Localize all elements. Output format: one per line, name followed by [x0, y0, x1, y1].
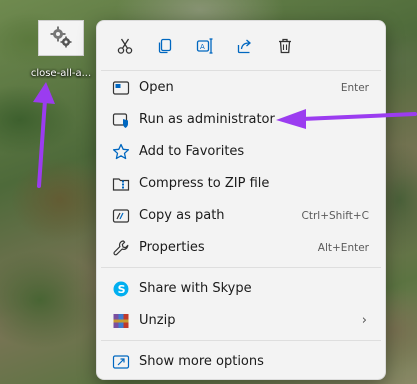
chevron-right-icon: ›	[361, 313, 367, 328]
cut-icon	[117, 38, 133, 54]
skype-icon: S	[113, 281, 129, 297]
menu-item-show-more-options[interactable]: Show more options	[101, 346, 381, 378]
share-icon	[237, 39, 251, 54]
menu-item-share-with-skype[interactable]: S Share with Skype	[101, 273, 381, 305]
menu-item-label: Copy as path	[139, 208, 225, 223]
menu-item-shortcut: Enter	[340, 82, 369, 94]
gears-icon	[50, 26, 72, 48]
menu-item-shortcut: Ctrl+Shift+C	[301, 210, 369, 222]
menu-item-label: Unzip	[139, 313, 176, 328]
rename-icon: A	[196, 38, 213, 54]
context-toolbar: A	[105, 29, 305, 63]
rename-button[interactable]: A	[185, 29, 225, 63]
file-caption: close-all-a...	[30, 68, 92, 79]
shield-icon	[112, 113, 128, 128]
menu-item-open[interactable]: Open Enter	[101, 72, 381, 104]
menu-item-properties[interactable]: Properties Alt+Enter	[101, 232, 381, 264]
file-thumbnail	[38, 20, 84, 56]
copy-path-icon	[112, 209, 130, 223]
svg-text:A: A	[200, 43, 205, 51]
context-menu: A Open Enter Run as administrator Add to…	[96, 20, 386, 380]
copy-button[interactable]	[145, 29, 185, 63]
menu-item-label: Share with Skype	[139, 281, 252, 296]
menu-divider	[101, 340, 381, 341]
delete-icon	[279, 38, 291, 54]
delete-button[interactable]	[265, 29, 305, 63]
menu-item-label: Show more options	[139, 354, 264, 369]
wrench-icon	[113, 240, 129, 256]
share-button[interactable]	[225, 29, 265, 63]
menu-divider	[101, 70, 381, 71]
menu-item-unzip[interactable]: Unzip ›	[101, 305, 381, 337]
menu-item-label: Compress to ZIP file	[139, 176, 270, 191]
open-window-icon	[112, 81, 130, 95]
zip-folder-icon	[112, 178, 130, 191]
menu-item-label: Add to Favorites	[139, 144, 245, 159]
show-more-icon	[112, 355, 130, 369]
menu-item-label: Run as administrator	[139, 112, 275, 127]
menu-item-compress-to-zip[interactable]: Compress to ZIP file	[101, 168, 381, 200]
star-icon	[112, 143, 130, 160]
menu-divider	[101, 267, 381, 268]
menu-item-run-as-administrator[interactable]: Run as administrator	[101, 104, 381, 136]
menu-item-label: Properties	[139, 240, 205, 255]
desktop-file-icon[interactable]: close-all-a...	[28, 20, 94, 79]
cut-button[interactable]	[105, 29, 145, 63]
archive-icon	[113, 314, 129, 328]
menu-item-copy-as-path[interactable]: Copy as path Ctrl+Shift+C	[101, 200, 381, 232]
svg-text:S: S	[118, 283, 126, 296]
menu-item-shortcut: Alt+Enter	[317, 242, 369, 254]
copy-icon	[158, 38, 172, 54]
menu-item-add-to-favorites[interactable]: Add to Favorites	[101, 136, 381, 168]
menu-item-label: Open	[139, 80, 174, 95]
